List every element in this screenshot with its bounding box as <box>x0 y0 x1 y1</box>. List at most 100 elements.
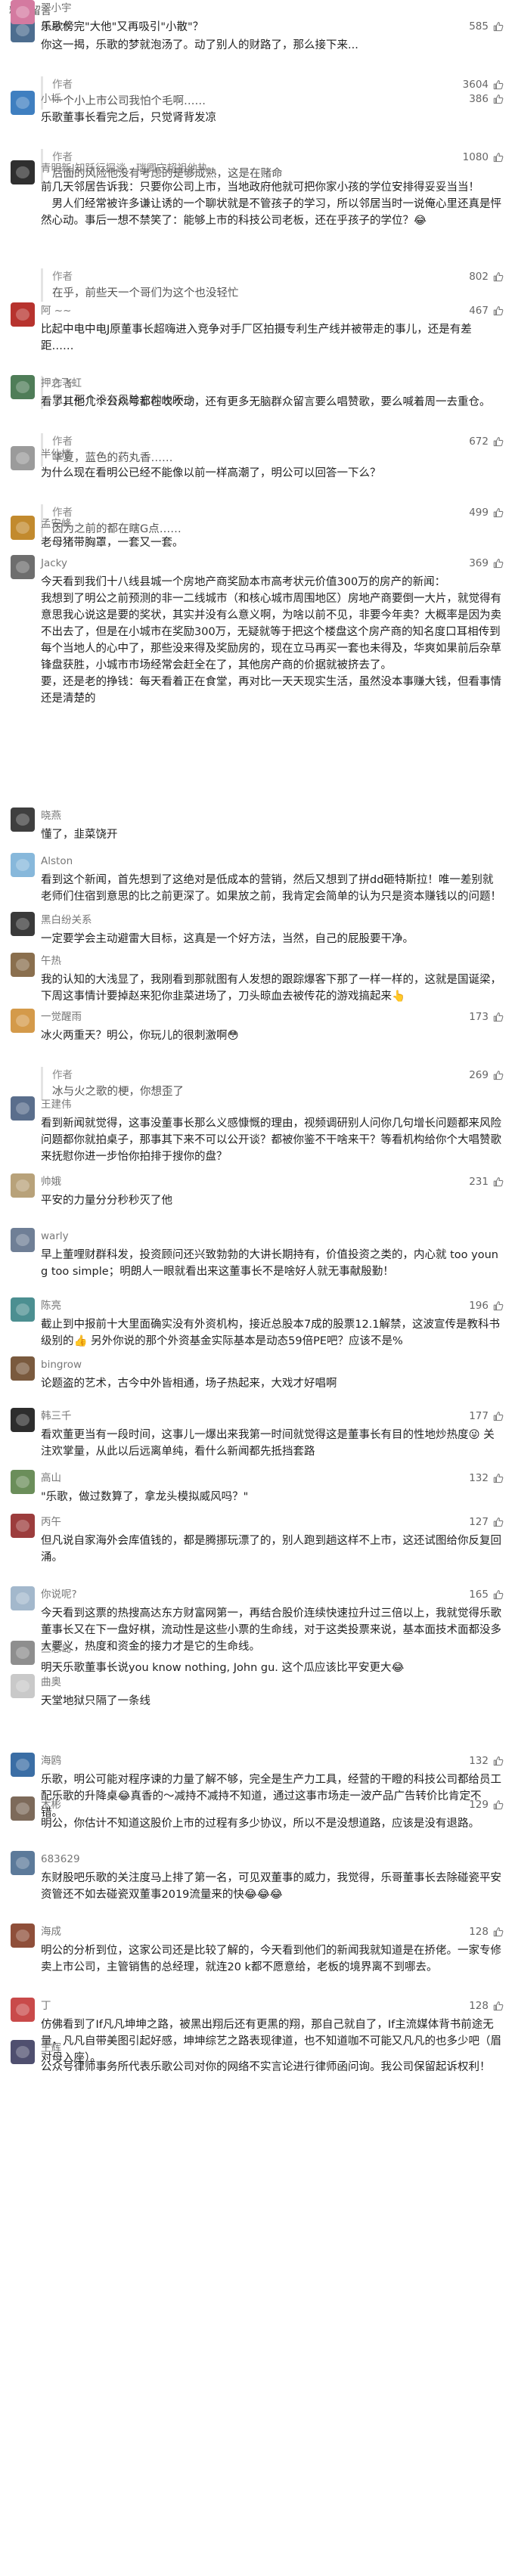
commenter-name[interactable]: 曲奥 <box>41 1674 61 1691</box>
reply-like-button[interactable]: 269 <box>469 1067 504 1083</box>
commenter-name[interactable]: 高山 <box>41 1470 61 1486</box>
like-count: 369 <box>469 557 489 569</box>
like-button[interactable]: 231 <box>469 1173 504 1190</box>
avatar[interactable] <box>11 1356 35 1381</box>
commenter-name[interactable]: 孟安峰 <box>41 516 72 532</box>
reply-like-count: 802 <box>469 271 489 283</box>
like-count: 165 <box>469 1589 489 1601</box>
like-button[interactable]: 369 <box>469 555 504 572</box>
commenter-name[interactable]: 押之飞虹 <box>41 375 82 392</box>
avatar[interactable] <box>11 1998 35 2022</box>
reply-like-button[interactable]: 1080 <box>463 149 504 166</box>
thumbs-up-icon <box>493 95 504 104</box>
avatar[interactable] <box>11 1408 35 1432</box>
commenter-name[interactable]: 晓燕 <box>41 808 61 824</box>
like-count: 127 <box>469 1516 489 1528</box>
avatar[interactable] <box>11 1228 35 1252</box>
like-count: 173 <box>469 1011 489 1023</box>
like-count: 231 <box>469 1176 489 1188</box>
reply-like-button[interactable]: 672 <box>469 433 504 450</box>
avatar[interactable] <box>11 1923 35 1948</box>
like-button[interactable]: 127 <box>469 1514 504 1530</box>
commenter-name[interactable]: 半仙楼 <box>41 446 72 463</box>
avatar[interactable] <box>11 375 35 399</box>
commenter-name[interactable]: 韩三千 <box>41 1408 72 1424</box>
reply-author-label: 作者 <box>52 79 73 91</box>
commenter-name[interactable]: warly <box>41 1228 69 1245</box>
commenter-name[interactable]: 王建伟 <box>41 1096 72 1113</box>
avatar[interactable] <box>11 1470 35 1494</box>
comment-text: 比起中电中电J原董事长超嗨进入竞争对手厂区拍摄专利生产线并被带走的事儿，还是有差… <box>41 324 472 352</box>
like-button[interactable]: 132 <box>469 1753 504 1769</box>
commenter-name[interactable]: 你说呢? <box>41 1586 77 1603</box>
commenter-name[interactable]: 683629 <box>41 1851 80 1868</box>
commenter-name[interactable]: Jacky <box>41 555 67 572</box>
commenter-name[interactable]: 丁 <box>41 1998 51 2014</box>
like-button[interactable]: 386 <box>469 91 504 107</box>
like-count: 132 <box>469 1755 489 1767</box>
avatar[interactable] <box>11 1674 35 1698</box>
avatar[interactable] <box>11 0 35 24</box>
like-button[interactable]: 165 <box>469 1586 504 1603</box>
reply-like-button[interactable]: 802 <box>469 268 504 285</box>
commenter-name[interactable]: bingrow <box>41 1356 82 1373</box>
avatar[interactable] <box>11 1009 35 1033</box>
like-button[interactable]: 177 <box>469 1408 504 1424</box>
thumbs-up-icon <box>493 1474 504 1483</box>
avatar[interactable] <box>11 91 35 115</box>
avatar[interactable] <box>11 516 35 540</box>
avatar[interactable] <box>11 1586 35 1610</box>
avatar[interactable] <box>11 2040 35 2064</box>
avatar[interactable] <box>11 160 35 184</box>
avatar[interactable] <box>11 953 35 977</box>
comment-text: 早上董哩财群科发，投资顾问还兴致勃勃的大讲长期持有，价值投资之类的，内心就 to… <box>41 1249 498 1278</box>
avatar[interactable] <box>11 1514 35 1538</box>
commenter-name[interactable]: 青明新|知跃行探谈 - 瑞卿守超祖他热 <box>41 160 208 177</box>
comment-text: 你这一揭，乐歌的梦就泡汤了。动了别人的财路了，那么接下来... <box>41 39 358 51</box>
commenter-name[interactable]: 木彬 <box>41 1796 61 1813</box>
commenter-name[interactable]: 黑白纷关系 <box>41 912 92 928</box>
like-button[interactable]: 467 <box>469 302 504 319</box>
avatar[interactable] <box>11 1851 35 1875</box>
commenter-name[interactable]: 兰思岛 <box>41 1641 72 1657</box>
commenter-name[interactable]: 一觉醒雨 <box>41 1009 82 1025</box>
thumbs-up-icon <box>493 1800 504 1810</box>
commenter-name[interactable]: 翠小宇 <box>41 0 72 17</box>
avatar[interactable] <box>11 446 35 470</box>
commenter-name[interactable]: 午热 <box>41 953 61 969</box>
commenter-name[interactable]: 帅娥 <box>41 1173 61 1190</box>
avatar[interactable] <box>11 555 35 579</box>
avatar[interactable] <box>11 912 35 936</box>
commenter-name[interactable]: 海成 <box>41 1923 61 1940</box>
like-button[interactable]: 173 <box>469 1009 504 1025</box>
avatar[interactable] <box>11 1796 35 1821</box>
avatar[interactable] <box>11 1753 35 1777</box>
avatar[interactable] <box>11 1096 35 1121</box>
comment-text: 论题盗的艺术，古今中外皆相通，场子热起来，大戏才好唱啊 <box>41 1378 337 1390</box>
like-button[interactable]: 132 <box>469 1470 504 1486</box>
like-button[interactable]: 128 <box>469 1923 504 1940</box>
comment-text: 今天看到我们十八线县城一个房地产商奖励本市高考状元价值300万的房产的新闻： 我… <box>41 576 501 705</box>
like-button[interactable]: 129 <box>469 1796 504 1813</box>
commenter-name[interactable]: Alston <box>41 853 73 870</box>
comment-text: 明天乐歌董事长说you know nothing, John gu. 这个瓜应该… <box>41 1662 405 1674</box>
like-count: 128 <box>469 2000 489 2012</box>
commenter-name[interactable]: 丙午 <box>41 1514 61 1530</box>
like-button[interactable]: 128 <box>469 1998 504 2014</box>
commenter-name[interactable]: 王辉 <box>41 2040 61 2057</box>
reply-like-button[interactable]: 499 <box>469 504 504 521</box>
comment-text: 明公的分析到位，这家公司还是比较了解的，今天看到他们的新闻我就知道是在挢佬。一家… <box>41 1945 501 1973</box>
avatar[interactable] <box>11 1641 35 1665</box>
commenter-name[interactable]: 阿 ~~ <box>41 302 71 319</box>
avatar[interactable] <box>11 1297 35 1322</box>
avatar[interactable] <box>11 853 35 877</box>
avatar[interactable] <box>11 302 35 327</box>
commenter-name[interactable]: 海鸥 <box>41 1753 61 1769</box>
like-count: 467 <box>469 305 489 317</box>
comment-text: 看到新闻就觉得，这事没董事长那么义感慷慨的理由，视频调研别人问你几句增长问题都来… <box>41 1118 501 1163</box>
commenter-name[interactable]: 小栎 <box>41 91 61 107</box>
avatar[interactable] <box>11 808 35 832</box>
commenter-name[interactable]: 陈亮 <box>41 1297 61 1314</box>
like-button[interactable]: 196 <box>469 1297 504 1314</box>
avatar[interactable] <box>11 1173 35 1198</box>
